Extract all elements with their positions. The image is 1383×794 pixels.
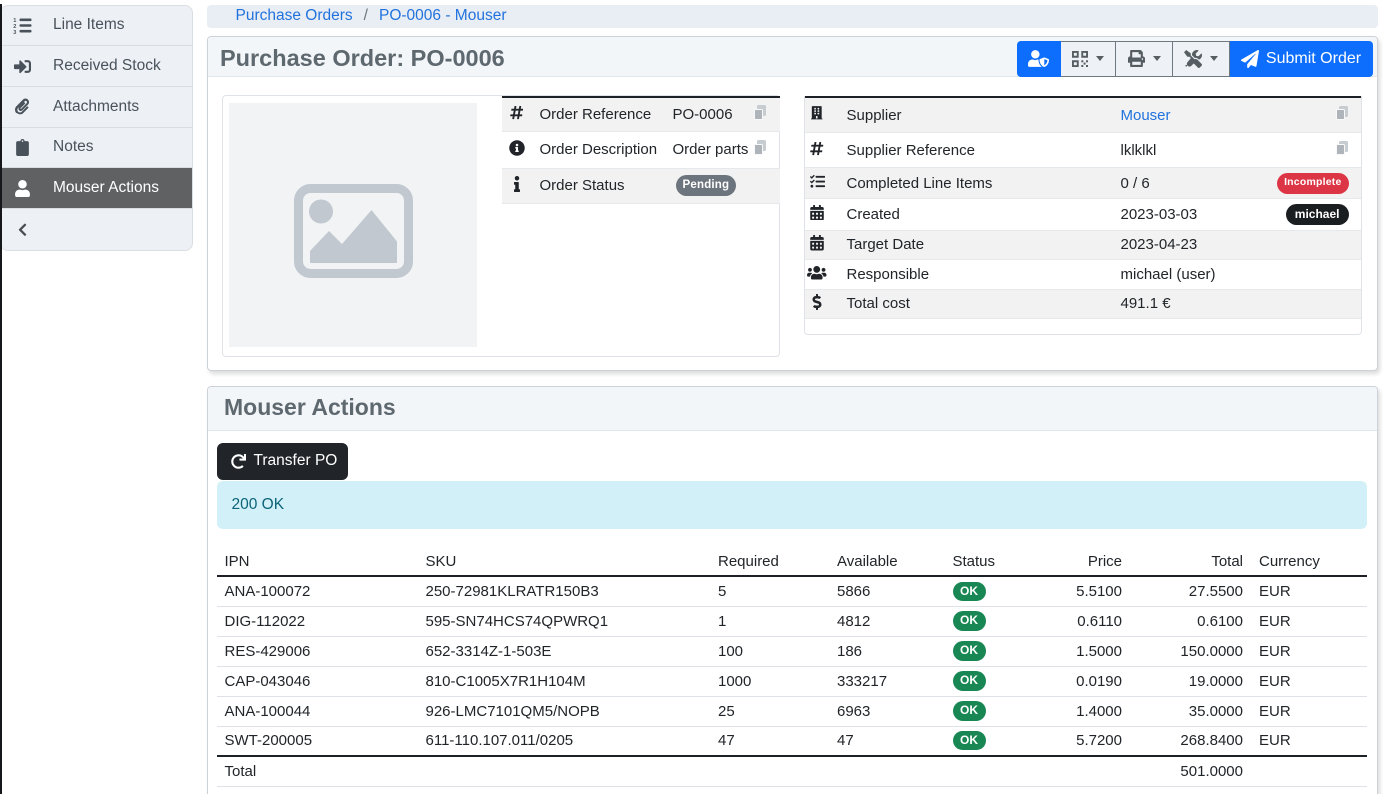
- svg-text:3: 3: [13, 30, 16, 34]
